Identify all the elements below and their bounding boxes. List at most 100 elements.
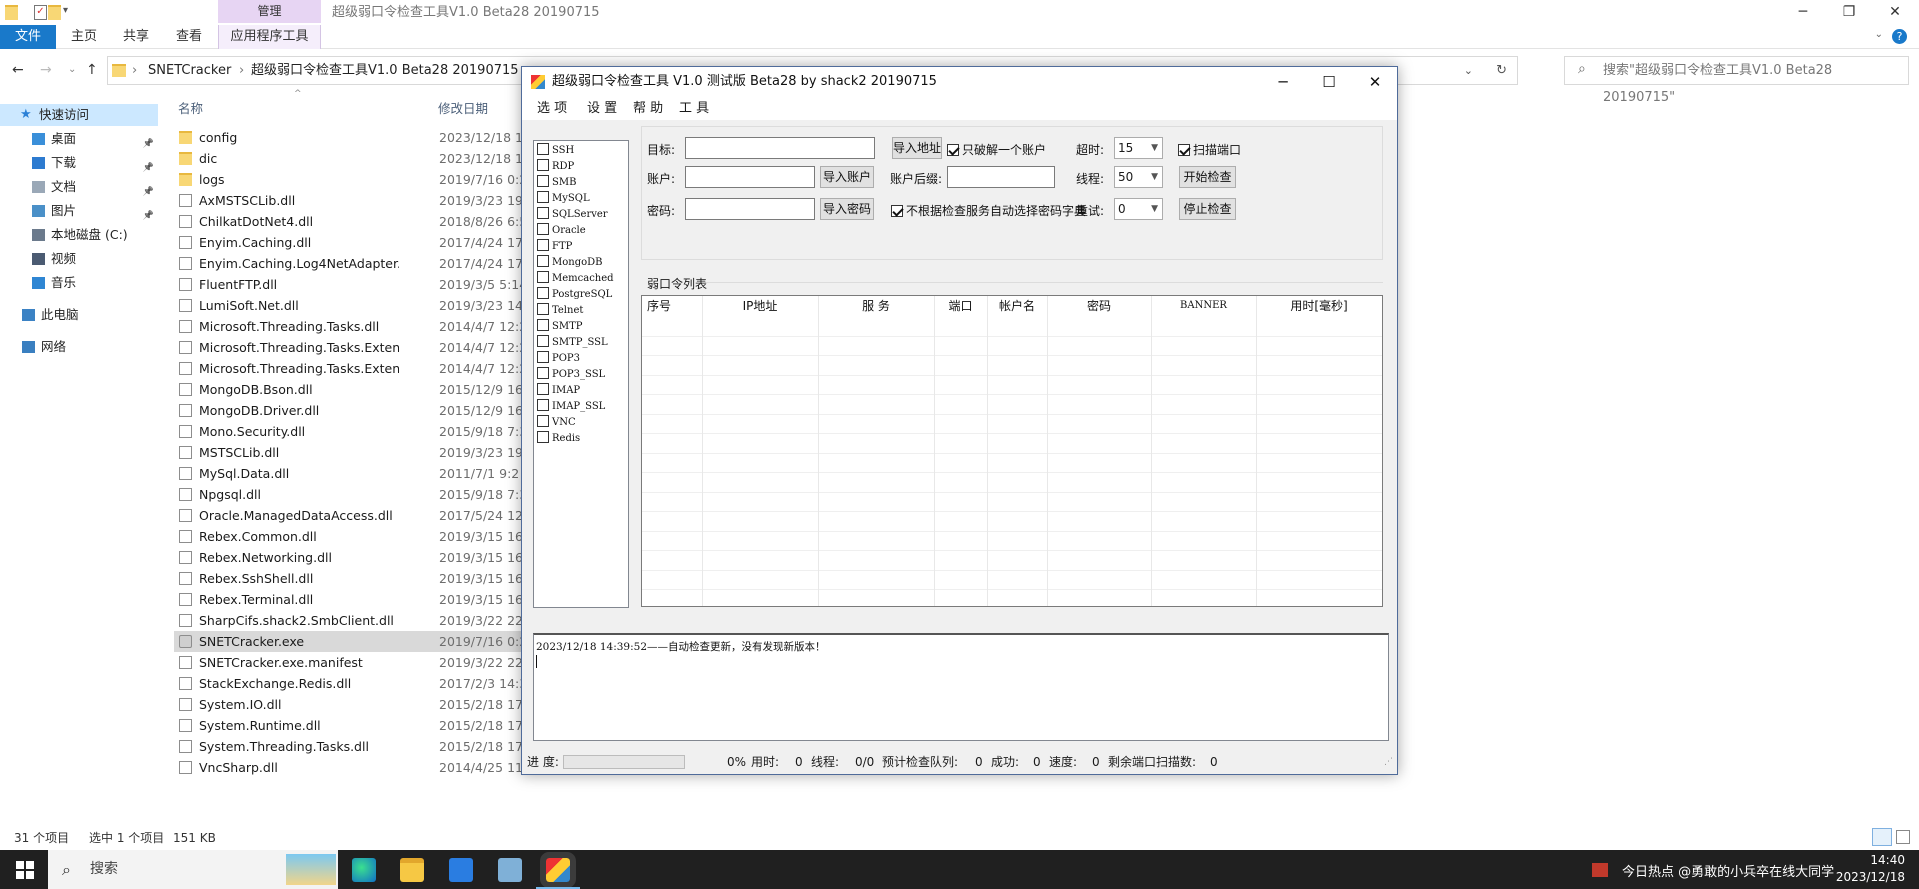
service-checkbox-vnc[interactable]: VNC (537, 415, 576, 431)
file-explorer-icon[interactable] (400, 858, 424, 882)
sidebar-item[interactable]: 文档 📌 (0, 176, 158, 198)
chevron-down-icon[interactable]: ⌄ (1464, 57, 1473, 84)
service-checkbox-mysql[interactable]: MySQL (537, 191, 590, 207)
file-row[interactable]: SNETCracker.exe 2019/7/16 0:2 (174, 631, 527, 652)
column-header[interactable]: 端口 (934, 296, 987, 316)
file-row[interactable]: Rebex.Networking.dll 2019/3/15 16 (174, 547, 524, 568)
folder-icon[interactable] (5, 5, 18, 20)
refresh-icon[interactable]: ↻ (1496, 57, 1507, 84)
file-row[interactable]: System.Threading.Tasks.dll 2015/2/18 17 (174, 736, 524, 757)
dialog-close-button[interactable]: ✕ (1352, 67, 1398, 97)
file-row[interactable]: System.Runtime.dll 2015/2/18 17 (174, 715, 524, 736)
file-row[interactable]: Rebex.Common.dll 2019/3/15 16 (174, 526, 524, 547)
sidebar-item[interactable]: ★ 快速访问 (0, 104, 158, 126)
retry-select[interactable]: 0 ▼ (1114, 198, 1163, 220)
resize-grip-icon[interactable]: ⋰ (1384, 750, 1393, 774)
service-checkbox-smtp[interactable]: SMTP (537, 319, 583, 335)
tab-home[interactable]: 主页 (62, 25, 106, 49)
start-check-button[interactable]: 开始检查 (1179, 166, 1236, 188)
dialog-minimize-button[interactable]: ─ (1260, 67, 1306, 97)
snetcracker-taskbar-icon[interactable] (540, 852, 576, 888)
file-row[interactable]: Enyim.Caching.dll 2017/4/24 17 (174, 232, 524, 253)
clock[interactable]: 14:40 2023/12/18 (1836, 852, 1905, 886)
file-row[interactable]: LumiSoft.Net.dll 2019/3/23 14 (174, 295, 524, 316)
service-checkbox-imap_ssl[interactable]: IMAP_SSL (537, 399, 605, 415)
file-row[interactable]: Oracle.ManagedDataAccess.dll 2017/5/24 12 (174, 505, 524, 526)
file-row[interactable]: StackExchange.Redis.dll 2017/2/3 14:3 (174, 673, 527, 694)
column-header[interactable]: 服 务 (818, 296, 934, 316)
log-output[interactable]: 2023/12/18 14:39:52——自动检查更新，没有发现新版本！ (533, 633, 1389, 741)
file-row[interactable]: Rebex.Terminal.dll 2019/3/15 16 (174, 589, 524, 610)
file-row[interactable]: System.IO.dll 2015/2/18 17 (174, 694, 524, 715)
column-name[interactable]: 名称 (178, 98, 203, 117)
chevron-down-icon[interactable]: ▾ (63, 5, 76, 20)
account-input[interactable] (685, 166, 815, 188)
timeout-select[interactable]: 15 ▼ (1114, 137, 1163, 159)
tab-file[interactable]: 文件 (0, 25, 56, 49)
column-header[interactable]: 帐户名 (987, 296, 1047, 316)
properties-icon[interactable]: ✓ (34, 5, 47, 20)
forward-arrow-icon[interactable]: → (40, 62, 52, 78)
threads-select[interactable]: 50 ▼ (1114, 166, 1163, 188)
up-arrow-icon[interactable]: ↑ (86, 62, 98, 78)
breadcrumb-item[interactable]: 超级弱口令检查工具V1.0 Beta28 20190715 (251, 57, 519, 84)
menu-options[interactable]: 选 项 (537, 97, 567, 120)
sidebar-item[interactable]: 图片 📌 (0, 200, 158, 222)
import-account-button[interactable]: 导入账户 (820, 166, 874, 188)
service-checkbox-oracle[interactable]: Oracle (537, 223, 586, 239)
notepad-icon[interactable] (498, 858, 522, 882)
tab-app-tools[interactable]: 应用程序工具 (218, 25, 321, 49)
file-row[interactable]: Mono.Security.dll 2015/9/18 7:3 (174, 421, 527, 442)
file-row[interactable]: Microsoft.Threading.Tasks.dll 2014/4/7 12… (174, 316, 527, 337)
scan-port-checkbox[interactable]: 扫描端口 (1178, 141, 1241, 158)
service-checkbox-telnet[interactable]: Telnet (537, 303, 583, 319)
column-header[interactable]: 密码 (1047, 296, 1151, 316)
file-row[interactable]: config 2023/12/18 14 (174, 127, 531, 148)
target-input[interactable] (685, 137, 875, 159)
sidebar-item[interactable]: 桌面 📌 (0, 128, 158, 150)
service-checkbox-memcached[interactable]: Memcached (537, 271, 614, 287)
file-row[interactable]: dic 2023/12/18 14 (174, 148, 531, 169)
stop-check-button[interactable]: 停止检查 (1179, 198, 1236, 220)
search-input[interactable]: 搜索"超级弱口令检查工具V1.0 Beta28 20190715" (1564, 56, 1909, 105)
start-icon[interactable] (16, 861, 34, 879)
large-icons-view-icon[interactable] (1896, 830, 1910, 844)
service-checkbox-redis[interactable]: Redis (537, 431, 580, 447)
breadcrumb-item[interactable]: SNETCracker (148, 57, 231, 84)
sidebar-item[interactable]: 音乐 (0, 272, 158, 294)
column-header[interactable]: IP地址 (702, 296, 818, 316)
help-icon[interactable]: ? (1892, 29, 1907, 44)
new-folder-icon[interactable] (48, 5, 61, 20)
service-checkbox-rdp[interactable]: RDP (537, 159, 574, 175)
import-password-button[interactable]: 导入密码 (820, 198, 874, 220)
service-checkbox-imap[interactable]: IMAP (537, 383, 580, 399)
file-row[interactable]: Enyim.Caching.Log4NetAdapter.dll 2017/4/2… (174, 253, 524, 274)
file-row[interactable]: AxMSTSCLib.dll 2019/3/23 19 (174, 190, 524, 211)
file-row[interactable]: FluentFTP.dll 2019/3/5 5:14 (174, 274, 527, 295)
dialog-maximize-button[interactable]: ☐ (1306, 67, 1352, 97)
column-header[interactable]: BANNER (1151, 296, 1256, 316)
file-row[interactable]: VncSharp.dll 2014/4/25 11 (174, 757, 524, 778)
back-arrow-icon[interactable]: ← (12, 62, 24, 78)
details-view-icon[interactable] (1872, 828, 1892, 846)
file-row[interactable]: MSTSCLib.dll 2019/3/23 19 (174, 442, 524, 463)
suffix-input[interactable] (947, 166, 1055, 188)
file-row[interactable]: MongoDB.Bson.dll 2015/12/9 16 (174, 379, 524, 400)
service-checkbox-smb[interactable]: SMB (537, 175, 576, 191)
file-row[interactable]: Rebex.SshShell.dll 2019/3/15 16 (174, 568, 524, 589)
file-row[interactable]: Npgsql.dll 2015/9/18 7:3 (174, 484, 527, 505)
tab-view[interactable]: 查看 (166, 25, 212, 49)
file-row[interactable]: MongoDB.Driver.dll 2015/12/9 16 (174, 400, 524, 421)
service-checkbox-sqlserver[interactable]: SQLServer (537, 207, 608, 223)
news-icon[interactable] (1592, 863, 1608, 877)
file-row[interactable]: ChilkatDotNet4.dll 2018/8/26 6:5 (174, 211, 527, 232)
sidebar-item[interactable]: 视频 (0, 248, 158, 270)
file-row[interactable]: SharpCifs.shack2.SmbClient.dll 2019/3/22 … (174, 610, 524, 631)
password-input[interactable] (685, 198, 815, 220)
service-checkbox-smtp_ssl[interactable]: SMTP_SSL (537, 335, 608, 351)
auto-dict-checkbox[interactable]: 不根据检查服务自动选择密码字典 (891, 202, 1086, 219)
sidebar-item[interactable]: 下载 📌 (0, 152, 158, 174)
tab-share[interactable]: 共享 (112, 25, 160, 49)
import-target-button[interactable]: 导入地址 (892, 137, 942, 159)
results-table[interactable]: 序号 IP地址服 务端口 帐户名 密码 BANNER 用时[毫秒] (641, 295, 1383, 607)
